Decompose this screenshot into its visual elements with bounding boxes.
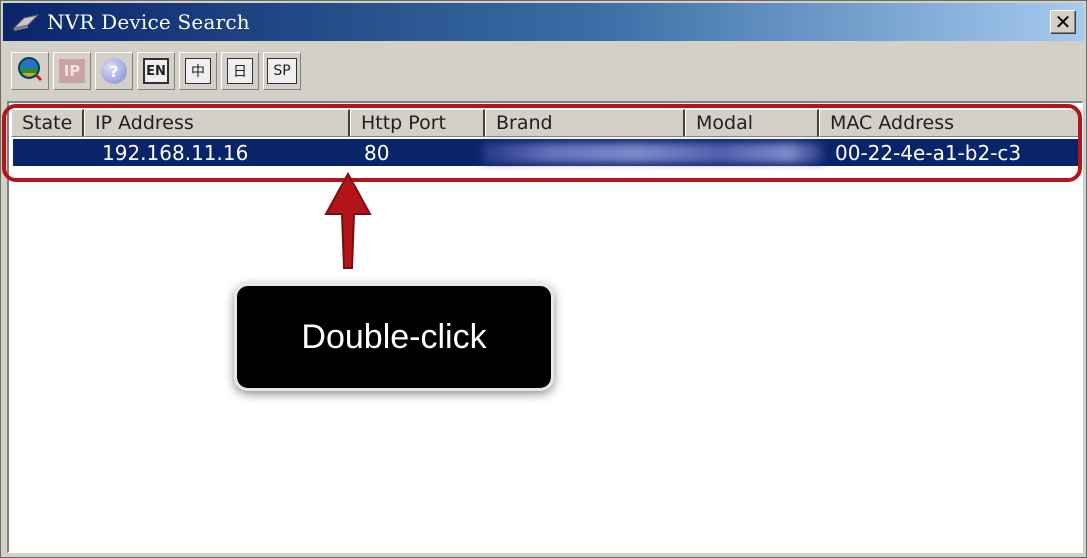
window-title: NVR Device Search (47, 10, 250, 34)
globe-search-icon (16, 55, 44, 87)
nvr-app-icon (11, 11, 41, 33)
close-icon: ✕ (1054, 10, 1072, 34)
en-icon: EN (143, 58, 169, 84)
lang-zh-button[interactable]: 中 (179, 52, 217, 90)
jp-icon: 日 (227, 58, 253, 84)
column-header-modal[interactable]: Modal (685, 109, 819, 137)
blurred-brand-model (483, 143, 823, 163)
ip-icon: IP (59, 59, 85, 83)
title-bar[interactable]: NVR Device Search ✕ (3, 3, 1084, 41)
column-header-http-port[interactable]: Http Port (350, 109, 485, 137)
cell-mac-address: 00-22-4e-a1-b2-c3 (835, 140, 1022, 165)
sp-icon: SP (267, 58, 297, 84)
cell-state (13, 139, 84, 166)
cell-ip-address: 192.168.11.16 (102, 140, 249, 165)
table-row[interactable]: 192.168.11.16 80 00-22-4e-a1-b2-c3 (13, 139, 1079, 166)
ip-button[interactable]: IP (53, 52, 91, 90)
up-arrow-icon (324, 171, 372, 269)
nvr-device-search-window: NVR Device Search ✕ IP ? EN 中 日 SP State… (0, 0, 1087, 558)
cell-http-port: 80 (364, 140, 390, 165)
search-refresh-button[interactable] (11, 52, 49, 90)
zh-icon: 中 (185, 58, 211, 84)
help-icon: ? (101, 58, 127, 84)
lang-jp-button[interactable]: 日 (221, 52, 259, 90)
lang-en-button[interactable]: EN (137, 52, 175, 90)
close-button[interactable]: ✕ (1050, 10, 1076, 34)
toolbar: IP ? EN 中 日 SP (5, 47, 301, 95)
column-header-mac-address[interactable]: MAC Address (819, 109, 1079, 137)
column-header-brand[interactable]: Brand (485, 109, 685, 137)
lang-sp-button[interactable]: SP (263, 52, 301, 90)
device-list-header: State IP Address Http Port Brand Modal M… (11, 109, 1079, 137)
help-button[interactable]: ? (95, 52, 133, 90)
column-header-state[interactable]: State (11, 109, 84, 137)
double-click-callout: Double-click (234, 283, 554, 391)
column-header-ip-address[interactable]: IP Address (84, 109, 350, 137)
